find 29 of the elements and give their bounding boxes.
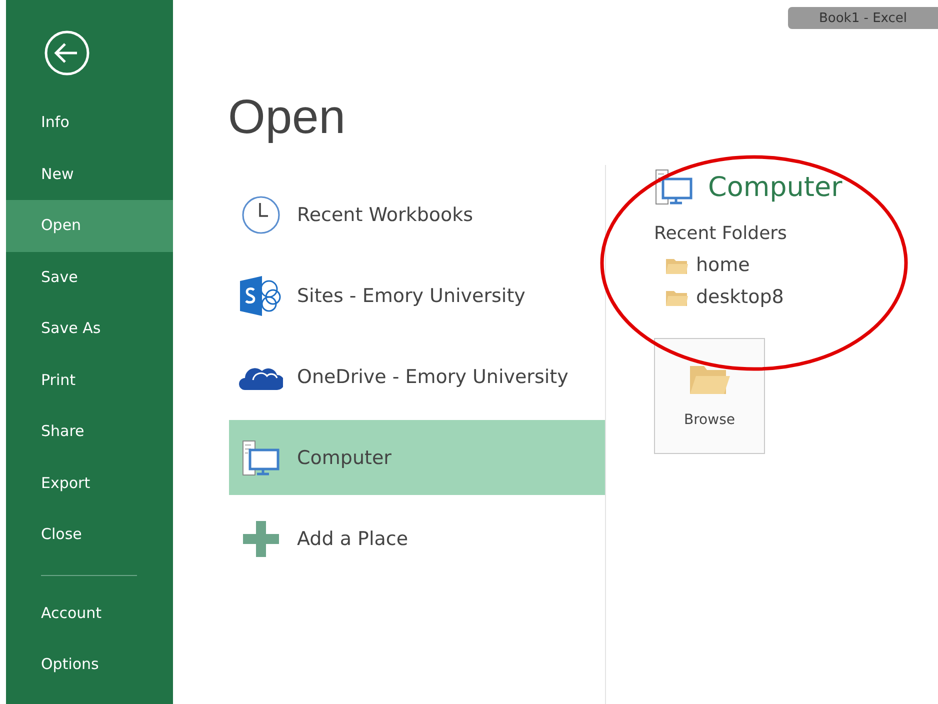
browse-button[interactable]: Browse bbox=[654, 338, 765, 454]
sidebar-item[interactable]: Account bbox=[6, 588, 173, 639]
location-title: Computer bbox=[708, 172, 842, 202]
folder-item[interactable]: desktop8 bbox=[666, 286, 842, 308]
place-item[interactable]: OneDrive - Emory University bbox=[229, 339, 605, 414]
place-item[interactable]: Recent Workbooks bbox=[229, 177, 605, 252]
place-item[interactable]: Sites - Emory University bbox=[229, 258, 605, 333]
sidebar-item[interactable]: Print bbox=[6, 354, 173, 406]
sidebar-item[interactable]: Save bbox=[6, 252, 173, 303]
sidebar-item[interactable]: Export bbox=[6, 458, 173, 509]
folder-item[interactable]: home bbox=[666, 254, 842, 276]
place-item[interactable]: Add a Place bbox=[229, 501, 605, 576]
sidebar-item[interactable]: New bbox=[6, 148, 173, 200]
sharepoint-icon bbox=[239, 274, 283, 316]
folder-icon bbox=[666, 288, 688, 306]
sidebar-item[interactable]: Close bbox=[6, 509, 173, 560]
folder-icon bbox=[690, 364, 730, 394]
sidebar-item[interactable]: Share bbox=[6, 406, 173, 458]
sidebar-item[interactable]: Options bbox=[6, 639, 173, 690]
page-heading: Open bbox=[228, 90, 346, 145]
computer-icon bbox=[654, 167, 694, 207]
sidebar-item[interactable]: Open bbox=[6, 200, 173, 252]
place-item[interactable]: Computer bbox=[229, 420, 605, 495]
sidebar-item[interactable]: Info bbox=[6, 97, 173, 148]
clock-icon bbox=[239, 194, 283, 234]
sidebar-item[interactable]: Save As bbox=[6, 303, 173, 354]
section-label: Recent Folders bbox=[654, 223, 788, 244]
window-title: Book1 - Excel bbox=[818, 11, 908, 26]
folder-icon bbox=[666, 256, 688, 274]
